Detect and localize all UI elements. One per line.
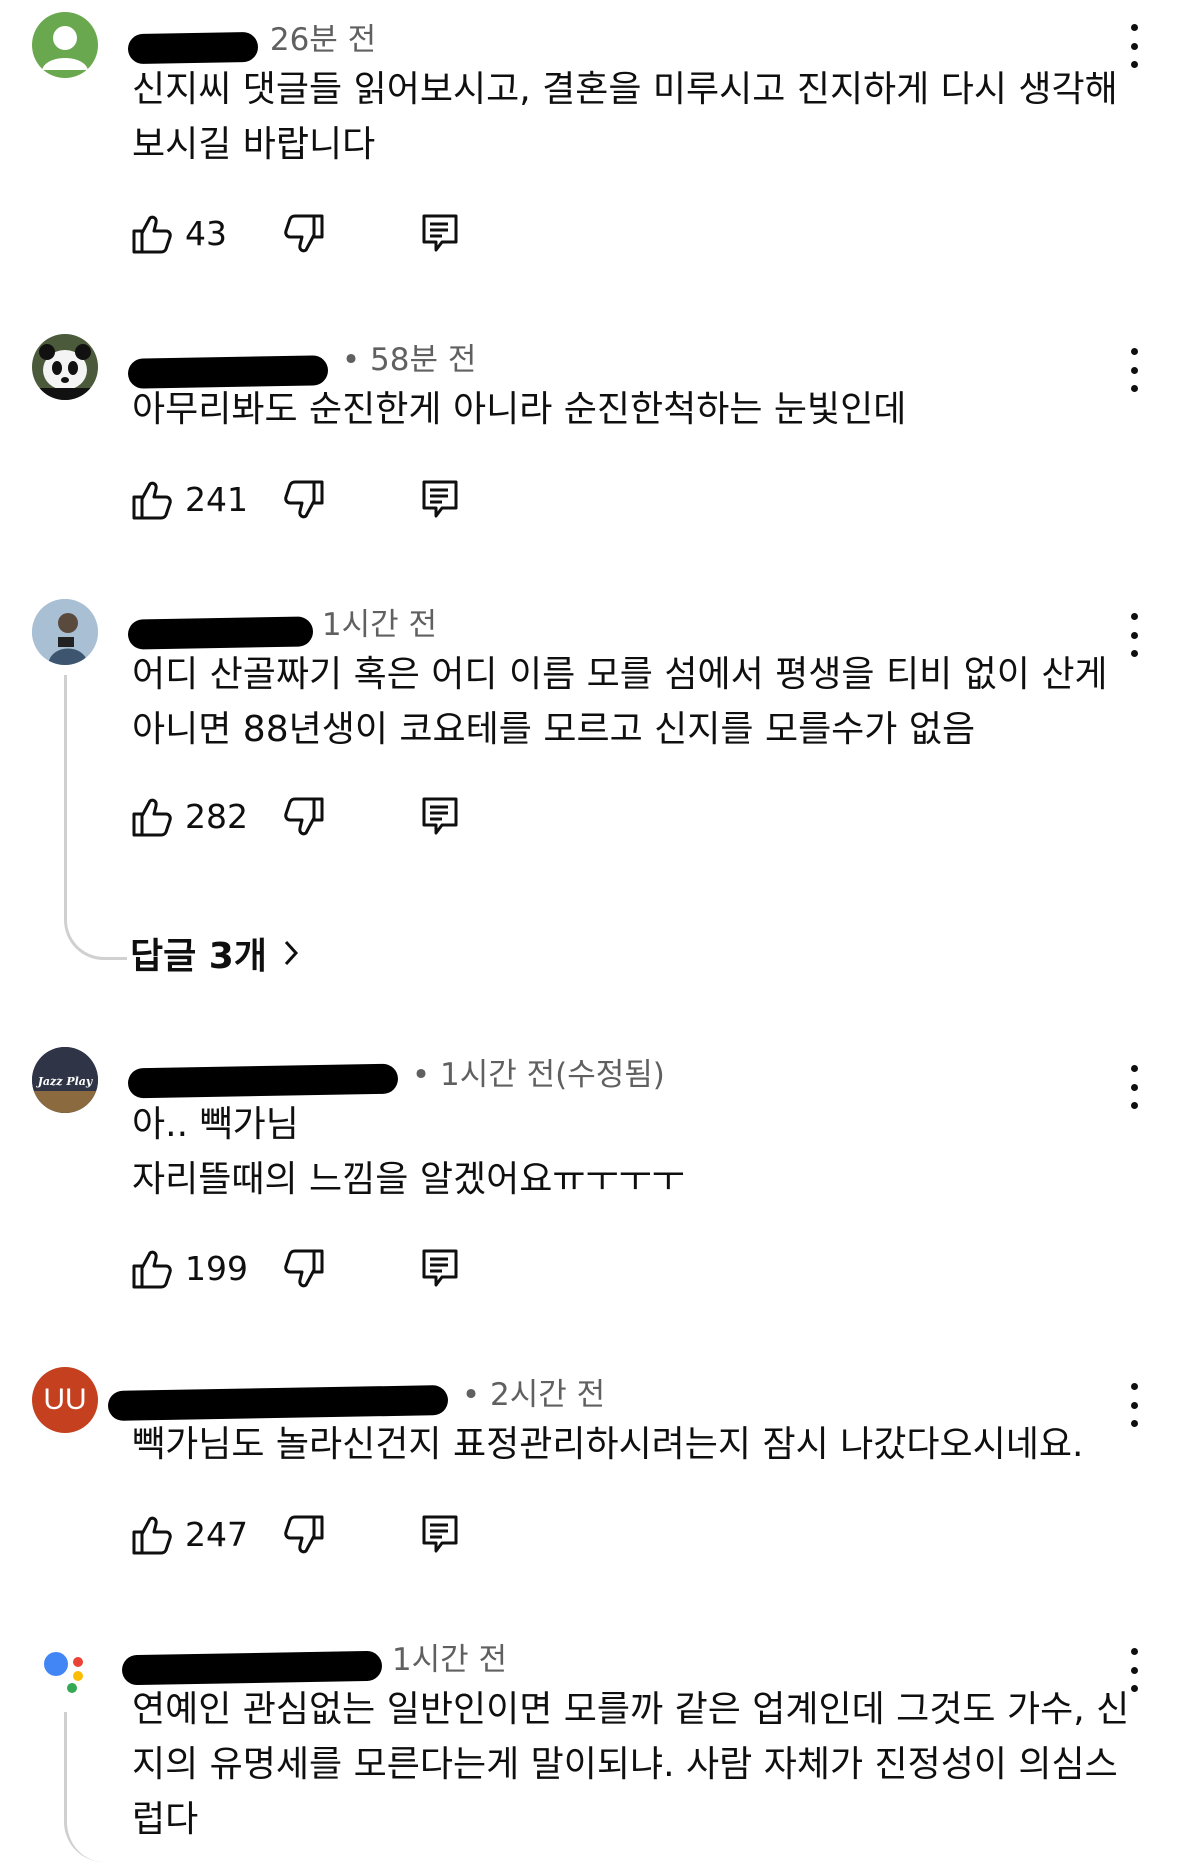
thumbs-up-icon[interactable] <box>130 478 174 522</box>
comment-actions: 43 <box>130 212 630 262</box>
jazz-play-avatar-icon: Jazz Play <box>32 1047 98 1113</box>
thumbs-up-icon[interactable] <box>130 1247 174 1291</box>
comment-meta: 1시간 전 <box>127 599 437 650</box>
thumbs-up-icon[interactable] <box>130 1513 174 1557</box>
comment-actions: 241 <box>130 478 630 528</box>
more-options-icon[interactable] <box>1122 613 1146 657</box>
meta-separator: • <box>461 1377 481 1413</box>
more-options-icon[interactable] <box>1122 1648 1146 1692</box>
comment-meta: • 1시간 전(수정됨) <box>127 1049 665 1098</box>
comment-author-redacted[interactable] <box>107 1382 452 1421</box>
comment-actions: 282 <box>130 795 630 845</box>
more-options-icon[interactable] <box>1122 24 1146 68</box>
thumbs-down-icon[interactable] <box>282 478 326 522</box>
meta-separator: • <box>341 342 361 378</box>
thread-connector <box>64 675 127 960</box>
reply-icon[interactable] <box>420 1513 460 1557</box>
photo-avatar-icon <box>32 599 98 665</box>
meta-separator: • <box>411 1057 431 1093</box>
replies-label: 답글 3개 <box>130 936 267 977</box>
comment-actions: 247 <box>130 1513 630 1563</box>
thumbs-up-icon[interactable] <box>130 212 174 256</box>
reply-icon[interactable] <box>420 795 460 839</box>
panda-avatar-icon <box>32 334 98 400</box>
avatar[interactable] <box>32 599 98 665</box>
comment-actions: 199 <box>130 1247 630 1297</box>
like-count: 43 <box>185 214 227 253</box>
thumbs-down-icon[interactable] <box>282 795 326 839</box>
comment-time: 1시간 전 <box>321 607 437 643</box>
thumbs-down-icon[interactable] <box>282 1513 326 1557</box>
comment-text: 아무리봐도 순진한게 아니라 순진한척하는 눈빛인데 <box>132 389 907 430</box>
comment-author-redacted[interactable] <box>127 27 260 64</box>
comment-time: 58분 전 <box>370 342 477 378</box>
comment-time: 1시간 전(수정됨) <box>440 1057 665 1093</box>
avatar[interactable] <box>32 334 98 400</box>
like-count: 247 <box>185 1515 248 1554</box>
comment-time: 1시간 전 <box>391 1642 507 1678</box>
comment-author-redacted[interactable] <box>127 1062 402 1098</box>
view-replies-button[interactable]: 답글 3개 <box>130 927 301 979</box>
thumbs-down-icon[interactable] <box>282 212 326 256</box>
comment-text: 아.. 빽가님 자리뜰때의 느낌을 알겠어요ㅠㅜㅜㅜ <box>132 1104 685 1200</box>
comment-meta: • 58분 전 <box>127 334 477 389</box>
comment-text: 연예인 관심없는 일반인이면 모를까 같은 업계인데 그것도 가수, 신 지의 … <box>132 1689 1130 1840</box>
comment-author-redacted[interactable] <box>127 612 314 650</box>
reply-icon[interactable] <box>420 212 460 256</box>
chevron-right-icon <box>284 940 298 966</box>
comment-text: 어디 산골짜기 혹은 어디 이름 모를 섬에서 평생을 티비 없이 산게 아니면… <box>132 654 1108 750</box>
avatar-initials: UU <box>43 1383 87 1416</box>
default-user-icon <box>42 26 88 70</box>
more-options-icon[interactable] <box>1122 348 1146 392</box>
reply-icon[interactable] <box>420 478 460 522</box>
comment-text: 빽가님도 놀라신건지 표정관리하시려는지 잠시 나갔다오시네요. <box>132 1424 1084 1465</box>
like-count: 241 <box>185 480 248 519</box>
comment-author-redacted[interactable] <box>121 1647 383 1685</box>
comment-time: 2시간 전 <box>490 1377 606 1413</box>
comment-time: 26분 전 <box>269 22 377 58</box>
thumbs-down-icon[interactable] <box>282 1247 326 1291</box>
avatar-label: Jazz Play <box>36 1075 94 1088</box>
reply-icon[interactable] <box>420 1247 460 1291</box>
assistant-dots-avatar-icon[interactable] <box>36 1640 96 1700</box>
comment-meta: 26분 전 <box>127 14 377 64</box>
comment-text: 신지씨 댓글들 읽어보시고, 결혼을 미루시고 진지하게 다시 생각해 보시길 … <box>132 69 1118 165</box>
comment-meta: • 2시간 전 <box>107 1369 606 1421</box>
thread-connector <box>64 1712 127 1862</box>
avatar[interactable]: UU <box>32 1367 98 1433</box>
like-count: 199 <box>185 1249 248 1288</box>
comment-author-redacted[interactable] <box>127 347 332 389</box>
like-count: 282 <box>185 797 248 836</box>
thumbs-up-icon[interactable] <box>130 795 174 839</box>
comment-meta: 1시간 전 <box>121 1634 507 1685</box>
avatar[interactable]: Jazz Play <box>32 1047 98 1113</box>
more-options-icon[interactable] <box>1122 1065 1146 1109</box>
more-options-icon[interactable] <box>1122 1383 1146 1427</box>
avatar[interactable] <box>32 12 98 78</box>
